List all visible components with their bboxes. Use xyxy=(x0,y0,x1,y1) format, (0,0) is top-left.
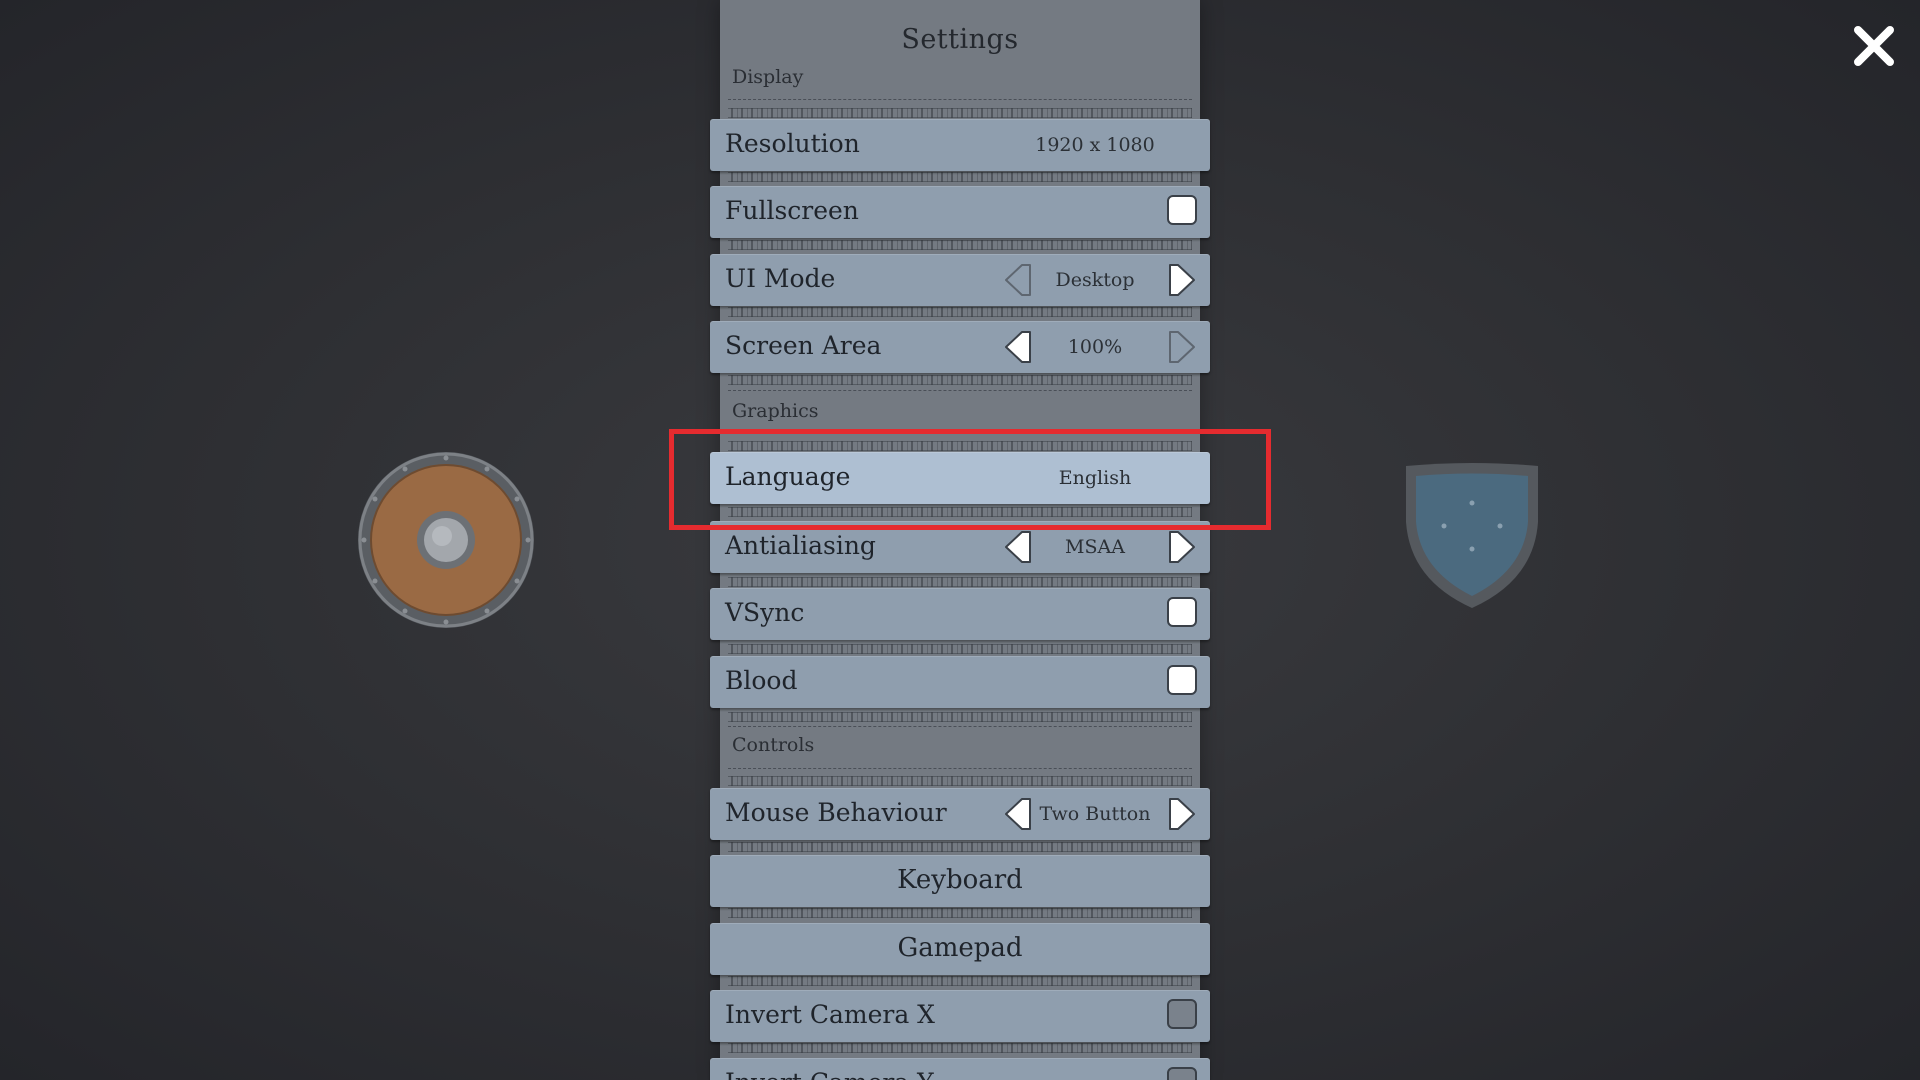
gamepad-button[interactable]: Gamepad xyxy=(710,923,1210,975)
ornament-band xyxy=(728,172,1192,182)
ornament-band xyxy=(728,375,1192,385)
arrow-right-icon[interactable] xyxy=(1168,330,1198,364)
section-divider xyxy=(728,390,1192,391)
setting-label: VSync xyxy=(725,598,805,627)
arrow-right-icon[interactable] xyxy=(1168,263,1198,297)
setting-label: Blood xyxy=(725,666,798,695)
section-divider xyxy=(728,768,1192,769)
close-button[interactable] xyxy=(1848,20,1900,72)
setting-label: Screen Area xyxy=(725,331,882,360)
invert-camera-x-checkbox[interactable] xyxy=(1167,999,1197,1029)
setting-row-vsync[interactable]: VSync xyxy=(710,588,1210,640)
ornament-band xyxy=(728,307,1192,317)
arrow-right-icon[interactable] xyxy=(1168,530,1198,564)
ornament-band xyxy=(728,507,1192,517)
ornament-band xyxy=(728,644,1192,654)
close-icon xyxy=(1854,26,1894,66)
setting-label: Invert Camera X xyxy=(725,1000,935,1029)
setting-row-language[interactable]: Language English xyxy=(710,452,1210,504)
setting-row-blood[interactable]: Blood xyxy=(710,656,1210,708)
vsync-checkbox[interactable] xyxy=(1167,597,1197,627)
setting-row-ui-mode[interactable]: UI Mode Desktop xyxy=(710,254,1210,306)
fullscreen-checkbox[interactable] xyxy=(1167,195,1197,225)
setting-label: Resolution xyxy=(725,129,860,158)
setting-label: Invert Camera Y xyxy=(725,1068,934,1080)
blood-checkbox[interactable] xyxy=(1167,665,1197,695)
section-label-controls: Controls xyxy=(732,734,815,756)
setting-label: UI Mode xyxy=(725,264,836,293)
setting-label: Mouse Behaviour xyxy=(725,798,947,827)
panel-title: Settings xyxy=(901,24,1019,55)
ornament-band xyxy=(728,108,1192,118)
setting-row-fullscreen[interactable]: Fullscreen xyxy=(710,186,1210,238)
section-divider xyxy=(728,433,1192,434)
ornament-band xyxy=(728,441,1192,451)
kite-shield-icon xyxy=(1406,463,1538,608)
setting-label: Fullscreen xyxy=(725,196,859,225)
setting-row-invert-camera-y[interactable]: Invert Camera Y xyxy=(710,1058,1210,1080)
language-value: English xyxy=(1058,467,1132,489)
game-screen: Settings Display Graphics Controls Resol… xyxy=(0,0,1920,1080)
setting-row-screen-area[interactable]: Screen Area 100% xyxy=(710,321,1210,373)
setting-row-resolution[interactable]: Resolution 1920 x 1080 xyxy=(710,119,1210,171)
keyboard-button[interactable]: Keyboard xyxy=(710,855,1210,907)
ornament-band xyxy=(728,1043,1192,1053)
arrow-right-icon[interactable] xyxy=(1168,797,1198,831)
antialiasing-value: MSAA xyxy=(1065,536,1125,558)
ornament-band xyxy=(728,976,1192,986)
section-divider xyxy=(728,726,1192,727)
ornament-band xyxy=(728,712,1192,722)
setting-label: Antialiasing xyxy=(725,531,876,560)
ornament-band xyxy=(728,240,1192,250)
screen-area-value: 100% xyxy=(1067,336,1123,358)
ornament-band xyxy=(728,842,1192,852)
section-label-graphics: Graphics xyxy=(732,400,819,422)
setting-row-invert-camera-x[interactable]: Invert Camera X xyxy=(710,990,1210,1042)
invert-camera-y-checkbox[interactable] xyxy=(1167,1067,1197,1080)
setting-row-mouse-behaviour[interactable]: Mouse Behaviour Two Button xyxy=(710,788,1210,840)
keyboard-button-label: Keyboard xyxy=(897,865,1023,895)
mouse-behaviour-value: Two Button xyxy=(1039,803,1151,825)
section-divider xyxy=(728,99,1192,100)
ornament-band xyxy=(728,908,1192,918)
resolution-value: 1920 x 1080 xyxy=(1035,134,1155,156)
round-shield-icon xyxy=(358,452,534,628)
ui-mode-value: Desktop xyxy=(1055,269,1135,291)
setting-row-antialiasing[interactable]: Antialiasing MSAA xyxy=(710,521,1210,573)
gamepad-button-label: Gamepad xyxy=(897,933,1023,963)
ornament-band xyxy=(728,776,1192,786)
ornament-band xyxy=(728,577,1192,587)
setting-label: Language xyxy=(725,462,851,491)
section-label-display: Display xyxy=(732,66,804,88)
